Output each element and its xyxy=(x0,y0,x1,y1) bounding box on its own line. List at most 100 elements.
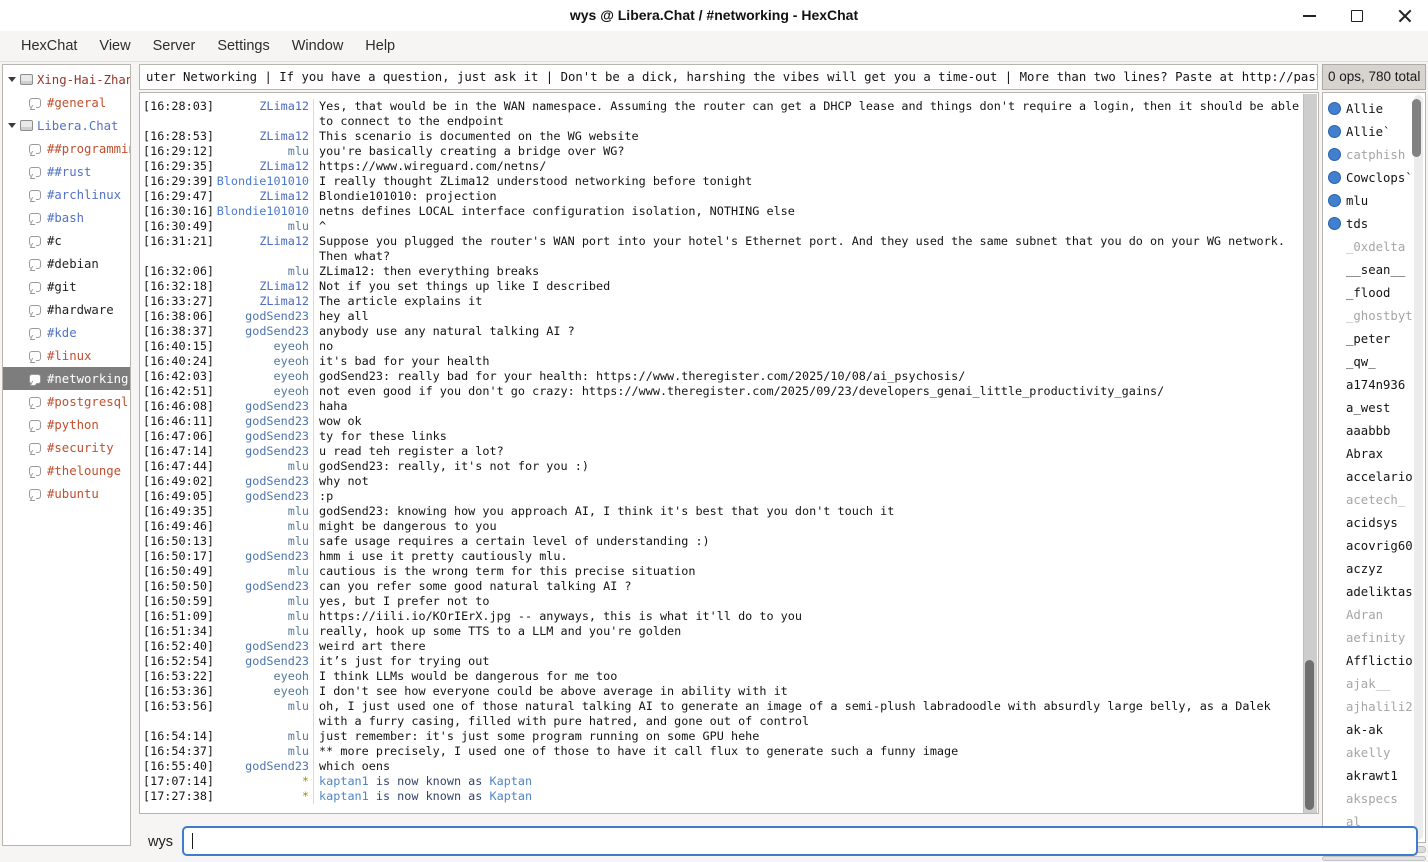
tree-channel-bash[interactable]: #bash xyxy=(3,206,130,229)
tree-channel-c[interactable]: #c xyxy=(3,229,130,252)
user-list-item-a174n936[interactable]: a174n936 xyxy=(1323,373,1425,396)
text-caret xyxy=(192,833,193,849)
tree-server-libera-chat[interactable]: Libera.Chat xyxy=(3,114,130,137)
user-list-item-ak-ak[interactable]: ak-ak xyxy=(1323,718,1425,741)
user-list-item-ajak[interactable]: ajak__ xyxy=(1323,672,1425,695)
user-list-item-adran[interactable]: Adran xyxy=(1323,603,1425,626)
tree-channel-programming[interactable]: ##programming xyxy=(3,137,130,160)
user-list-scrollbar[interactable] xyxy=(1414,95,1423,840)
close-button[interactable] xyxy=(1396,7,1414,25)
server-icon xyxy=(20,74,33,85)
chat-scrollbar-thumb[interactable] xyxy=(1305,660,1314,810)
user-name: catphish xyxy=(1346,148,1405,162)
nick: ZLima12 xyxy=(214,99,309,129)
tree-channel-thelounge[interactable]: #thelounge xyxy=(3,459,130,482)
menu-item-hexchat[interactable]: HexChat xyxy=(10,31,88,62)
user-list-item-akrawt1[interactable]: akrawt1 xyxy=(1323,764,1425,787)
tree-server-xing-hai-zhan[interactable]: Xing-Hai-Zhan xyxy=(3,68,130,91)
tree-label: #general xyxy=(47,96,106,110)
channel-icon xyxy=(29,236,41,246)
tree-channel-git[interactable]: #git xyxy=(3,275,130,298)
topic-bar[interactable]: uter Networking | If you have a question… xyxy=(139,64,1318,90)
message-text: I don't see how everyone could be above … xyxy=(314,684,1302,699)
nick: ZLima12 xyxy=(214,279,309,294)
user-list-item-allie[interactable]: Allie xyxy=(1323,97,1425,120)
user-list-item-aczyz[interactable]: aczyz xyxy=(1323,557,1425,580)
expander-icon[interactable] xyxy=(8,77,16,82)
user-list-item-acidsys[interactable]: acidsys xyxy=(1323,511,1425,534)
user-list-item-cowclops[interactable]: Cowclops` xyxy=(1323,166,1425,189)
user-list-item-mlu[interactable]: mlu xyxy=(1323,189,1425,212)
timestamp: [16:30:16] xyxy=(140,204,214,219)
message-input[interactable] xyxy=(182,826,1418,856)
tree-channel-archlinux[interactable]: #archlinux xyxy=(3,183,130,206)
user-list-item-acetech[interactable]: acetech_ xyxy=(1323,488,1425,511)
tree-channel-security[interactable]: #security xyxy=(3,436,130,459)
user-list-item-a-west[interactable]: a_west xyxy=(1323,396,1425,419)
user-list-item-catphish[interactable]: catphish xyxy=(1323,143,1425,166)
timestamp: [16:30:49] xyxy=(140,219,214,234)
user-list-item-aaabbb[interactable]: aaabbb xyxy=(1323,419,1425,442)
menu-item-settings[interactable]: Settings xyxy=(206,31,280,62)
chat-line: [16:47:06]godSend23ty for these links xyxy=(140,429,1302,444)
user-name: adeliktas xyxy=(1346,585,1413,599)
user-count-label: 0 ops, 780 total xyxy=(1322,64,1426,90)
user-list-item-akelly[interactable]: akelly xyxy=(1323,741,1425,764)
timestamp: [16:40:15] xyxy=(140,339,214,354)
user-list-item-allie[interactable]: Allie` xyxy=(1323,120,1425,143)
tree-channel-kde[interactable]: #kde xyxy=(3,321,130,344)
tree-label: ##programming xyxy=(47,142,130,156)
timestamp: [16:42:51] xyxy=(140,384,214,399)
expander-icon[interactable] xyxy=(8,123,16,128)
chat-line: [16:47:14]godSend23u read teh register a… xyxy=(140,444,1302,459)
minimize-button[interactable] xyxy=(1300,7,1318,25)
voice-dot-icon xyxy=(1328,125,1341,138)
user-list-item-sean[interactable]: __sean__ xyxy=(1323,258,1425,281)
tree-label: #bash xyxy=(47,211,84,225)
user-name: mlu xyxy=(1346,194,1368,208)
tree-channel-ubuntu[interactable]: #ubuntu xyxy=(3,482,130,505)
channel-icon xyxy=(29,167,41,177)
user-list-item-0xdelta[interactable]: _0xdelta xyxy=(1323,235,1425,258)
tree-label: #c xyxy=(47,234,62,248)
user-list-item-ghostbyt[interactable]: _ghostbyt xyxy=(1323,304,1425,327)
user-list-item-qw[interactable]: _qw_ xyxy=(1323,350,1425,373)
nick: mlu xyxy=(214,729,309,744)
user-list-item-akspecs[interactable]: akspecs xyxy=(1323,787,1425,810)
message-text: ty for these links xyxy=(314,429,1302,444)
channel-icon xyxy=(29,282,41,292)
tree-channel-python[interactable]: #python xyxy=(3,413,130,436)
user-list-item-afflictio[interactable]: Afflictio xyxy=(1323,649,1425,672)
user-name: _0xdelta xyxy=(1346,240,1405,254)
menu-item-server[interactable]: Server xyxy=(142,31,207,62)
user-list-item-peter[interactable]: _peter xyxy=(1323,327,1425,350)
user-list-item-adeliktas[interactable]: adeliktas xyxy=(1323,580,1425,603)
user-list-item-flood[interactable]: _flood xyxy=(1323,281,1425,304)
tree-channel-rust[interactable]: ##rust xyxy=(3,160,130,183)
user-list-item-abrax[interactable]: Abrax xyxy=(1323,442,1425,465)
tree-channel-linux[interactable]: #linux xyxy=(3,344,130,367)
user-list-item-tds[interactable]: tds xyxy=(1323,212,1425,235)
tree-channel-debian[interactable]: #debian xyxy=(3,252,130,275)
menu-item-help[interactable]: Help xyxy=(354,31,406,62)
user-list-item-acovrig60[interactable]: acovrig60 xyxy=(1323,534,1425,557)
menu-item-window[interactable]: Window xyxy=(281,31,355,62)
user-list-item-aefinity[interactable]: aefinity xyxy=(1323,626,1425,649)
user-list-scrollbar-thumb[interactable] xyxy=(1412,99,1421,157)
nick: eyeoh xyxy=(214,669,309,684)
message-text: godSend23: really, it's not for you :) xyxy=(314,459,1302,474)
tree-channel-general[interactable]: #general xyxy=(3,91,130,114)
maximize-button[interactable] xyxy=(1348,7,1366,25)
timestamp: [16:50:49] xyxy=(140,564,214,579)
tree-channel-hardware[interactable]: #hardware xyxy=(3,298,130,321)
user-name: __sean__ xyxy=(1346,263,1405,277)
chat-scrollbar[interactable] xyxy=(1303,94,1317,813)
menu-item-view[interactable]: View xyxy=(88,31,141,62)
chat-line: [16:29:35]ZLima12https://www.wireguard.c… xyxy=(140,159,1302,174)
user-list-item-ajhalili2[interactable]: ajhalili2 xyxy=(1323,695,1425,718)
tree-channel-networking[interactable]: #networking xyxy=(3,367,130,390)
tree-channel-postgresql[interactable]: #postgresql xyxy=(3,390,130,413)
user-list-item-accelario[interactable]: accelario xyxy=(1323,465,1425,488)
message-text: godSend23: really bad for your health: h… xyxy=(314,369,1302,384)
user-name: acetech_ xyxy=(1346,493,1405,507)
